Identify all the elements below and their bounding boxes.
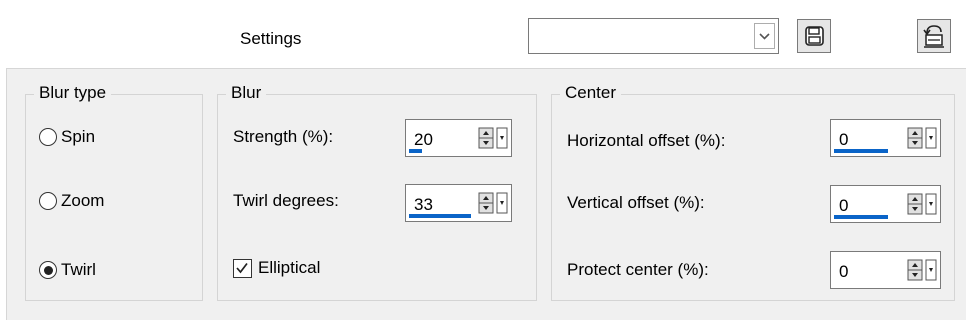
vertical-offset-label: Vertical offset (%): xyxy=(567,193,705,212)
blur-group: Blur Strength (%): 20 Twirl degrees: 33 xyxy=(217,83,537,301)
spin-arrows-icon xyxy=(907,127,936,149)
vertical-offset-spinbox[interactable]: 0 xyxy=(830,185,941,223)
horizontal-offset-value: 0 xyxy=(839,130,849,149)
reset-defaults-button[interactable] xyxy=(917,19,951,53)
horizontal-offset-bar xyxy=(834,149,888,153)
spin-arrows-icon xyxy=(478,127,507,149)
blur-type-group: Blur type Spin Zoom Twirl xyxy=(25,83,203,301)
strength-spinbox[interactable]: 20 xyxy=(405,119,512,157)
horizontal-offset-label: Horizontal offset (%): xyxy=(567,131,726,150)
radio-selected-dot xyxy=(43,265,53,275)
blur-type-title: Blur type xyxy=(34,83,112,103)
elliptical-label: Elliptical xyxy=(258,258,321,277)
checkmark-icon xyxy=(236,262,248,273)
save-preset-button[interactable] xyxy=(797,19,831,53)
vertical-offset-value: 0 xyxy=(839,196,849,215)
center-group: Center Horizontal offset (%): 0 Vertical… xyxy=(551,83,955,301)
twirl-degrees-progress-bar xyxy=(409,214,471,218)
radio-zoom-label: Zoom xyxy=(61,191,105,210)
chevron-down-icon xyxy=(759,33,770,40)
radio-spin-circle xyxy=(39,128,57,146)
reset-defaults-icon xyxy=(923,25,944,48)
preset-combo[interactable] xyxy=(528,18,779,54)
protect-center-spinbox[interactable]: 0 xyxy=(830,251,941,289)
settings-panel: Blur type Spin Zoom Twirl Blur Strength … xyxy=(6,68,966,320)
radio-spin-label: Spin xyxy=(61,127,96,146)
elliptical-checkbox[interactable]: Elliptical xyxy=(233,258,320,278)
twirl-degrees-label: Twirl degrees: xyxy=(233,191,339,210)
strength-label: Strength (%): xyxy=(233,127,334,146)
twirl-degrees-value: 33 xyxy=(414,195,433,214)
radio-twirl[interactable]: Twirl xyxy=(39,260,96,280)
spin-arrows-icon xyxy=(907,259,936,281)
protect-center-label: Protect center (%): xyxy=(567,260,709,279)
horizontal-spin-arrows[interactable] xyxy=(905,120,940,156)
strength-value: 20 xyxy=(414,130,433,149)
protect-center-value: 0 xyxy=(839,262,849,281)
center-title: Center xyxy=(560,83,622,103)
radio-twirl-label: Twirl xyxy=(61,260,96,279)
strength-progress-bar xyxy=(409,149,422,153)
spin-arrows-icon xyxy=(478,192,507,214)
blur-title: Blur xyxy=(226,83,267,103)
radio-zoom[interactable]: Zoom xyxy=(39,191,104,211)
vertical-offset-bar xyxy=(834,215,888,219)
radio-twirl-circle xyxy=(39,261,57,279)
protect-spin-arrows[interactable] xyxy=(905,252,940,288)
twirl-spin-arrows[interactable] xyxy=(476,185,511,221)
save-icon xyxy=(805,26,824,46)
spin-arrows-icon xyxy=(907,193,936,215)
radio-spin[interactable]: Spin xyxy=(39,127,95,147)
elliptical-checkbox-box xyxy=(233,258,252,278)
vertical-spin-arrows[interactable] xyxy=(905,186,940,222)
preset-dropdown-button[interactable] xyxy=(754,23,775,49)
twirl-degrees-spinbox[interactable]: 33 xyxy=(405,184,512,222)
settings-label: Settings xyxy=(240,29,302,48)
strength-spin-arrows[interactable] xyxy=(476,120,511,156)
horizontal-offset-spinbox[interactable]: 0 xyxy=(830,119,941,157)
radio-zoom-circle xyxy=(39,192,57,210)
